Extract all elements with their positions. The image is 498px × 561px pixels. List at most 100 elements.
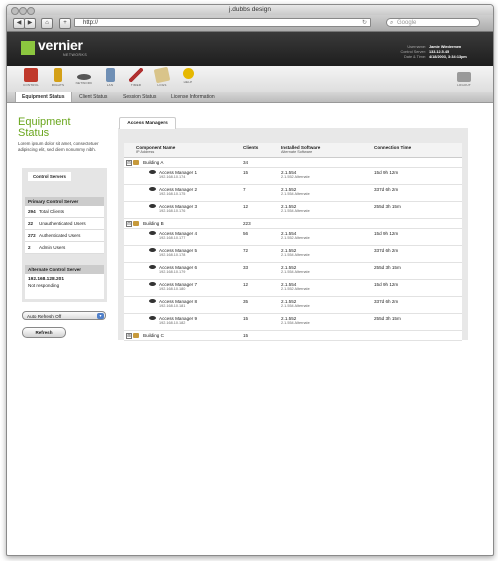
access-managers-table: Component Name IP Address Clients Install… (124, 143, 462, 341)
zoom-window-button[interactable] (27, 7, 35, 15)
page-description: Lorem ipsum dolor sit amet, consectetuer… (18, 141, 99, 152)
browser-toolbar: ◀ ▶ ⌂ + http:// ↻ ⌕ Google (7, 15, 493, 32)
search-placeholder: Google (397, 20, 417, 26)
access-manager-software: 2.1.552 2.1.554 Alternate (281, 204, 310, 213)
access-manager-row[interactable]: Access Manager 5 192.168.10.178 72 2.1.552 2… (124, 246, 462, 263)
minimize-window-button[interactable] (19, 7, 27, 15)
col-component-name: Component Name IP Address (136, 145, 176, 154)
building-name: Building A (143, 160, 164, 165)
access-managers-tab[interactable]: Access Managers (119, 117, 176, 129)
tab-license-information[interactable]: License Information (165, 92, 221, 102)
nav-network[interactable]: NETWORK (73, 68, 95, 85)
url-text: http:// (83, 20, 99, 26)
building-row[interactable]: ⊞ Building C 15 (124, 331, 462, 341)
access-manager-icon (149, 265, 156, 269)
col-connection-time: Connection Time (374, 145, 412, 150)
stat-row: 22 Unauthenticated Users (25, 218, 104, 230)
access-manager-connection-time: 337d 6h 2m (374, 248, 399, 253)
expand-toggle-icon[interactable]: ⊞ (126, 333, 132, 339)
search-input[interactable]: ⌕ Google (386, 18, 480, 27)
access-manager-connection-time: 255d 3h 15m (374, 265, 401, 270)
building-icon (133, 159, 139, 165)
access-manager-connection-time: 15d 9h 12m (374, 231, 399, 236)
reload-icon[interactable]: ↻ (362, 19, 367, 28)
access-manager-row[interactable]: Access Manager 4 192.168.10.177 56 2.1.554 2… (124, 229, 462, 246)
access-manager-name: Access Manager 2 192.168.10.175 (159, 187, 198, 196)
nav-help[interactable]: HELP (177, 68, 199, 84)
access-manager-clients: 35 (243, 299, 249, 304)
building-icon (133, 332, 139, 338)
control-servers-tab[interactable]: Control Servers (28, 172, 71, 181)
access-manager-row[interactable]: Access Manager 8 192.168.10.181 35 2.1.552 2… (124, 297, 462, 314)
access-manager-clients: 56 (243, 231, 249, 236)
alternate-server-heading: Alternate Control Server (25, 265, 104, 274)
access-manager-name: Access Manager 3 192.168.10.176 (159, 204, 198, 213)
primary-server-heading: Primary Control Server (25, 197, 104, 206)
logo-text: vernier (38, 37, 83, 53)
search-icon: ⌕ (390, 20, 394, 26)
home-icon[interactable]: ⌂ (41, 18, 53, 29)
control-servers-panel: Control Servers Primary Control Server 2… (22, 168, 107, 302)
expand-toggle-icon[interactable]: ⊟ (126, 221, 132, 227)
access-manager-name: Access Manager 6 192.168.10.179 (159, 265, 198, 274)
building-row[interactable]: ⊟ Building A 34 (124, 158, 462, 168)
control-icon (24, 68, 38, 82)
nav-timer[interactable]: TIMER (125, 68, 147, 87)
nav-rights[interactable]: RIGHTS (47, 68, 69, 87)
primary-control-server-box: Primary Control Server 294 Total Clients … (25, 197, 104, 254)
access-manager-name: Access Manager 7 192.168.10.180 (159, 282, 198, 291)
table-body: ⊟ Building A 34 Access Manager 1 192.168.10.… (124, 158, 462, 341)
access-manager-row[interactable]: Access Manager 3 192.168.10.176 12 2.1.552 2… (124, 202, 462, 219)
access-manager-software: 2.1.552 2.1.554 Alternate (281, 265, 310, 274)
col-clients: Clients (243, 145, 259, 150)
tab-equipment-status[interactable]: Equipment Status (15, 92, 72, 102)
building-clients: 223 (243, 221, 251, 226)
access-manager-name: Access Manager 9 192.168.10.182 (159, 316, 198, 325)
access-manager-row[interactable]: Access Manager 1 192.168.10.174 15 2.1.554 2… (124, 168, 462, 185)
building-row[interactable]: ⊟ Building B 223 (124, 219, 462, 229)
access-manager-connection-time: 255d 3h 15m (374, 316, 401, 321)
access-manager-row[interactable]: Access Manager 7 192.168.10.180 12 2.1.554 2… (124, 280, 462, 297)
access-manager-row[interactable]: Access Manager 9 192.168.10.182 15 2.1.552 2… (124, 314, 462, 331)
access-manager-name: Access Manager 4 192.168.10.177 (159, 231, 198, 240)
access-manager-icon (149, 187, 156, 191)
table-header: Component Name IP Address Clients Install… (124, 143, 462, 158)
close-window-button[interactable] (11, 7, 19, 15)
vernier-logo-icon (21, 41, 35, 55)
nav-lan[interactable]: LAN (99, 68, 121, 87)
access-manager-software: 2.1.552 2.1.554 Alternate (281, 187, 310, 196)
alternate-server-ip: 192.168.128.201 (28, 277, 65, 282)
access-manager-connection-time: 337d 6h 2m (374, 187, 399, 192)
access-manager-clients: 15 (243, 316, 249, 321)
access-manager-clients: 72 (243, 248, 249, 253)
tab-session-status[interactable]: Session Status (117, 92, 162, 102)
access-manager-row[interactable]: Access Manager 2 192.168.10.175 7 2.1.552 2.… (124, 185, 462, 202)
tab-client-status[interactable]: Client Status (73, 92, 113, 102)
access-manager-icon (149, 204, 156, 208)
access-manager-software: 2.1.552 2.1.554 Alternate (281, 248, 310, 257)
network-icon (77, 74, 91, 80)
page-title: Equipment Status (18, 116, 71, 139)
access-manager-clients: 12 (243, 282, 249, 287)
chevron-down-icon: ▾ (97, 313, 104, 319)
nav-logs[interactable]: LOGS (151, 66, 173, 87)
logout-button[interactable]: LOGOUT (453, 68, 475, 87)
datetime-label: Date & Time: (404, 54, 426, 59)
building-name: Building B (143, 221, 164, 226)
access-manager-software: 2.1.554 2.1.552 Alternate (281, 231, 310, 240)
access-manager-row[interactable]: Access Manager 6 192.168.10.179 33 2.1.552 2… (124, 263, 462, 280)
access-manager-software: 2.1.554 2.1.552 Alternate (281, 170, 310, 179)
access-manager-connection-time: 15d 9h 12m (374, 282, 399, 287)
access-manager-clients: 7 (243, 187, 246, 192)
access-manager-icon (149, 248, 156, 252)
url-input[interactable]: http:// ↻ (74, 18, 371, 27)
nav-control[interactable]: CONTROL (20, 68, 42, 87)
expand-toggle-icon[interactable]: ⊟ (126, 160, 132, 166)
access-manager-icon (149, 231, 156, 235)
tab-bar: Equipment Status Client Status Session S… (7, 92, 493, 103)
add-bookmark-button[interactable]: + (59, 18, 71, 29)
alternate-server-status: Not responding (28, 283, 60, 288)
auto-refresh-select[interactable]: Auto Refresh Off ▾ (22, 311, 106, 320)
refresh-button[interactable]: Refresh (22, 327, 66, 338)
forward-button[interactable]: ▶ (24, 18, 36, 29)
